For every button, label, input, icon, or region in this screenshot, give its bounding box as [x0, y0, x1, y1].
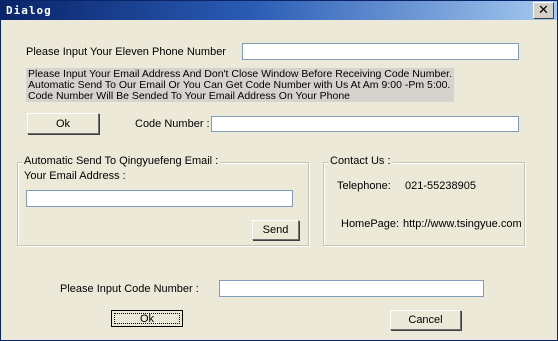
email-group-title: Automatic Send To Qingyuefeng Email : — [22, 155, 221, 167]
homepage-value: http://www.tsingyue.com — [403, 218, 522, 230]
telephone-label: Telephone: — [337, 180, 391, 192]
ok-button[interactable]: Ok — [111, 310, 183, 327]
send-button[interactable]: Send — [252, 220, 299, 240]
input-code-label: Please Input Code Number : — [60, 283, 199, 295]
window-title: Dialog — [6, 4, 52, 17]
dialog-window: Dialog ✕ Please Input Your Eleven Phone … — [0, 0, 558, 341]
phone-number-input[interactable] — [242, 43, 519, 60]
telephone-value: 021-55238905 — [405, 180, 476, 192]
close-button[interactable]: ✕ — [533, 2, 554, 19]
cancel-button[interactable]: Cancel — [390, 310, 461, 330]
contact-group-title: Contact Us : — [328, 155, 393, 167]
email-address-input[interactable] — [26, 190, 293, 207]
close-icon: ✕ — [538, 3, 549, 18]
code-number-label: Code Number : — [135, 118, 210, 130]
ok-code-button[interactable]: Ok — [27, 113, 99, 134]
notice-line: Code Number Will Be Sended To Your Email… — [28, 90, 351, 102]
phone-number-label: Please Input Your Eleven Phone Number — [26, 46, 226, 58]
email-address-label: Your Email Address : — [24, 170, 126, 182]
title-bar[interactable]: Dialog ✕ — [1, 1, 557, 20]
input-code-field[interactable] — [219, 280, 484, 297]
contact-groupbox: Contact Us : Telephone: 021-55238905 Hom… — [323, 155, 525, 246]
notice-text: Please Input Your Email Address And Don'… — [26, 68, 454, 102]
email-groupbox: Automatic Send To Qingyuefeng Email : Yo… — [17, 155, 309, 246]
homepage-label: HomePage: — [341, 218, 400, 230]
code-number-input[interactable] — [211, 116, 519, 132]
